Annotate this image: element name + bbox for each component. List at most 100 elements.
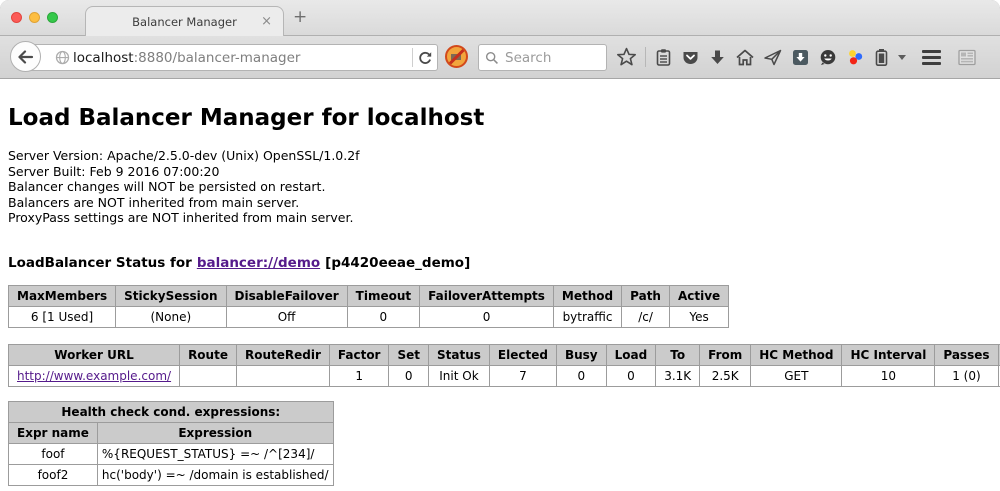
col-expr-name: Expr name	[9, 422, 98, 443]
health-row-foof: foof %{REQUEST_STATUS} =~ /^[234]/	[9, 443, 334, 464]
passes-value: 1 (0)	[935, 365, 998, 386]
path-value: /c/	[622, 306, 670, 327]
col-route: Route	[180, 344, 237, 365]
close-window-button[interactable]	[11, 12, 22, 23]
route-value	[180, 365, 237, 386]
chevron-down-icon[interactable]	[898, 55, 906, 60]
search-field[interactable]: Search	[478, 44, 607, 71]
url-path: :8880/balancer-manager	[134, 50, 301, 66]
col-active: Active	[669, 285, 728, 306]
col-path: Path	[622, 285, 670, 306]
busy-value: 0	[556, 365, 606, 386]
server-version-line: Server Version: Apache/2.5.0-dev (Unix) …	[8, 148, 992, 164]
col-stickysession: StickySession	[116, 285, 226, 306]
factor-value: 1	[329, 365, 389, 386]
navigation-toolbar: localhost:8880/balancer-manager Search	[0, 36, 1000, 79]
reload-icon	[417, 50, 433, 66]
health-table-title: Health check cond. expressions:	[9, 401, 334, 422]
url-host: localhost	[73, 50, 134, 66]
worker-url-link[interactable]: http://www.example.com/	[17, 369, 171, 383]
new-tab-button[interactable]: +	[293, 7, 307, 27]
home-icon[interactable]	[735, 48, 755, 67]
stickysession-value: (None)	[116, 306, 226, 327]
send-page-icon[interactable]	[763, 48, 783, 67]
proxypass-inherit-line: ProxyPass settings are NOT inherited fro…	[8, 210, 992, 226]
back-button[interactable]	[10, 41, 41, 72]
url-text[interactable]: localhost:8880/balancer-manager	[73, 50, 408, 66]
health-header-row: Expr name Expression	[9, 422, 334, 443]
worker-data-row: http://www.example.com/ 1 0 Init Ok 7 0 …	[9, 365, 1000, 386]
toolbar-buttons	[616, 36, 977, 78]
reading-list-icon[interactable]	[654, 48, 673, 67]
toolbar-divider	[645, 47, 646, 67]
download-helper-icon[interactable]	[791, 48, 810, 67]
balancer-demo-link[interactable]: balancer://demo	[197, 255, 320, 271]
col-busy: Busy	[556, 344, 606, 365]
urlbar-divider	[412, 48, 413, 67]
col-hc-interval: HC Interval	[842, 344, 935, 365]
col-passes: Passes	[935, 344, 998, 365]
downloads-icon[interactable]	[708, 48, 727, 67]
search-icon	[485, 51, 499, 65]
elected-value: 7	[489, 365, 556, 386]
page-title: Load Balancer Manager for localhost	[8, 105, 992, 131]
tab-balancer-manager[interactable]: Balancer Manager ×	[85, 6, 284, 37]
col-worker-url: Worker URL	[9, 344, 180, 365]
url-bar[interactable]: localhost:8880/balancer-manager	[26, 44, 438, 71]
status-heading-prefix: LoadBalancer Status for	[8, 255, 192, 271]
col-timeout: Timeout	[347, 285, 419, 306]
health-title-row: Health check cond. expressions:	[9, 401, 334, 422]
balancer-header-row: MaxMembers StickySession DisableFailover…	[9, 285, 729, 306]
worker-table: Worker URL Route RouteRedir Factor Set S…	[8, 344, 1000, 387]
failoverattempts-value: 0	[420, 306, 554, 327]
col-routeredir: RouteRedir	[236, 344, 329, 365]
timeout-value: 0	[347, 306, 419, 327]
worker-url-cell: http://www.example.com/	[9, 365, 180, 386]
col-status: Status	[429, 344, 490, 365]
expr-name-value: foof2	[9, 464, 98, 485]
col-factor: Factor	[329, 344, 389, 365]
window-controls	[11, 12, 58, 23]
status-value: Init Ok	[429, 365, 490, 386]
extension-colorful-icon[interactable]	[846, 48, 865, 67]
hc-method-value: GET	[751, 365, 842, 386]
site-identity-globe-icon[interactable]	[55, 50, 70, 65]
active-value: Yes	[669, 306, 728, 327]
balancer-data-row: 6 [1 Used] (None) Off 0 0 bytraffic /c/ …	[9, 306, 729, 327]
menu-hamburger-icon[interactable]	[922, 50, 941, 65]
col-failoverattempts: FailoverAttempts	[420, 285, 554, 306]
expr-name-value: foof	[9, 443, 98, 464]
balancers-inherit-line: Balancers are NOT inherited from main se…	[8, 195, 992, 211]
col-expression: Expression	[97, 422, 333, 443]
col-from: From	[700, 344, 751, 365]
from-value: 2.5K	[700, 365, 751, 386]
health-check-table: Health check cond. expressions: Expr nam…	[8, 401, 334, 486]
col-load: Load	[606, 344, 656, 365]
disablefailover-value: Off	[226, 306, 347, 327]
minimize-window-button[interactable]	[29, 12, 40, 23]
worker-header-row: Worker URL Route RouteRedir Factor Set S…	[9, 344, 1000, 365]
newspaper-grid-icon[interactable]	[957, 48, 977, 67]
col-set: Set	[389, 344, 429, 365]
plugin-blocked-icon[interactable]	[445, 45, 468, 68]
balancer-summary-table: MaxMembers StickySession DisableFailover…	[8, 285, 729, 328]
pocket-icon[interactable]	[681, 48, 700, 67]
hc-interval-value: 10	[842, 365, 935, 386]
chat-smiley-icon[interactable]	[818, 48, 838, 67]
tab-bar: Balancer Manager × +	[0, 0, 1000, 36]
bookmark-star-icon[interactable]	[616, 47, 637, 67]
load-value: 0	[606, 365, 656, 386]
col-maxmembers: MaxMembers	[9, 285, 116, 306]
page-content: Load Balancer Manager for localhost Serv…	[0, 79, 1000, 491]
fullscreen-window-button[interactable]	[47, 12, 58, 23]
health-row-foof2: foof2 hc('body') =~ /domain is establish…	[9, 464, 334, 485]
back-arrow-icon	[17, 50, 34, 64]
tab-title: Balancer Manager	[132, 15, 237, 29]
loadbalancer-status-heading: LoadBalancer Status for balancer://demo [p…	[8, 255, 992, 271]
close-tab-icon[interactable]: ×	[261, 14, 272, 29]
reload-button[interactable]	[417, 50, 433, 66]
battery-icon[interactable]	[873, 48, 890, 67]
status-heading-suffix: [p4420eeae_demo]	[325, 255, 470, 271]
routeredir-value	[236, 365, 329, 386]
to-value: 3.1K	[656, 365, 700, 386]
